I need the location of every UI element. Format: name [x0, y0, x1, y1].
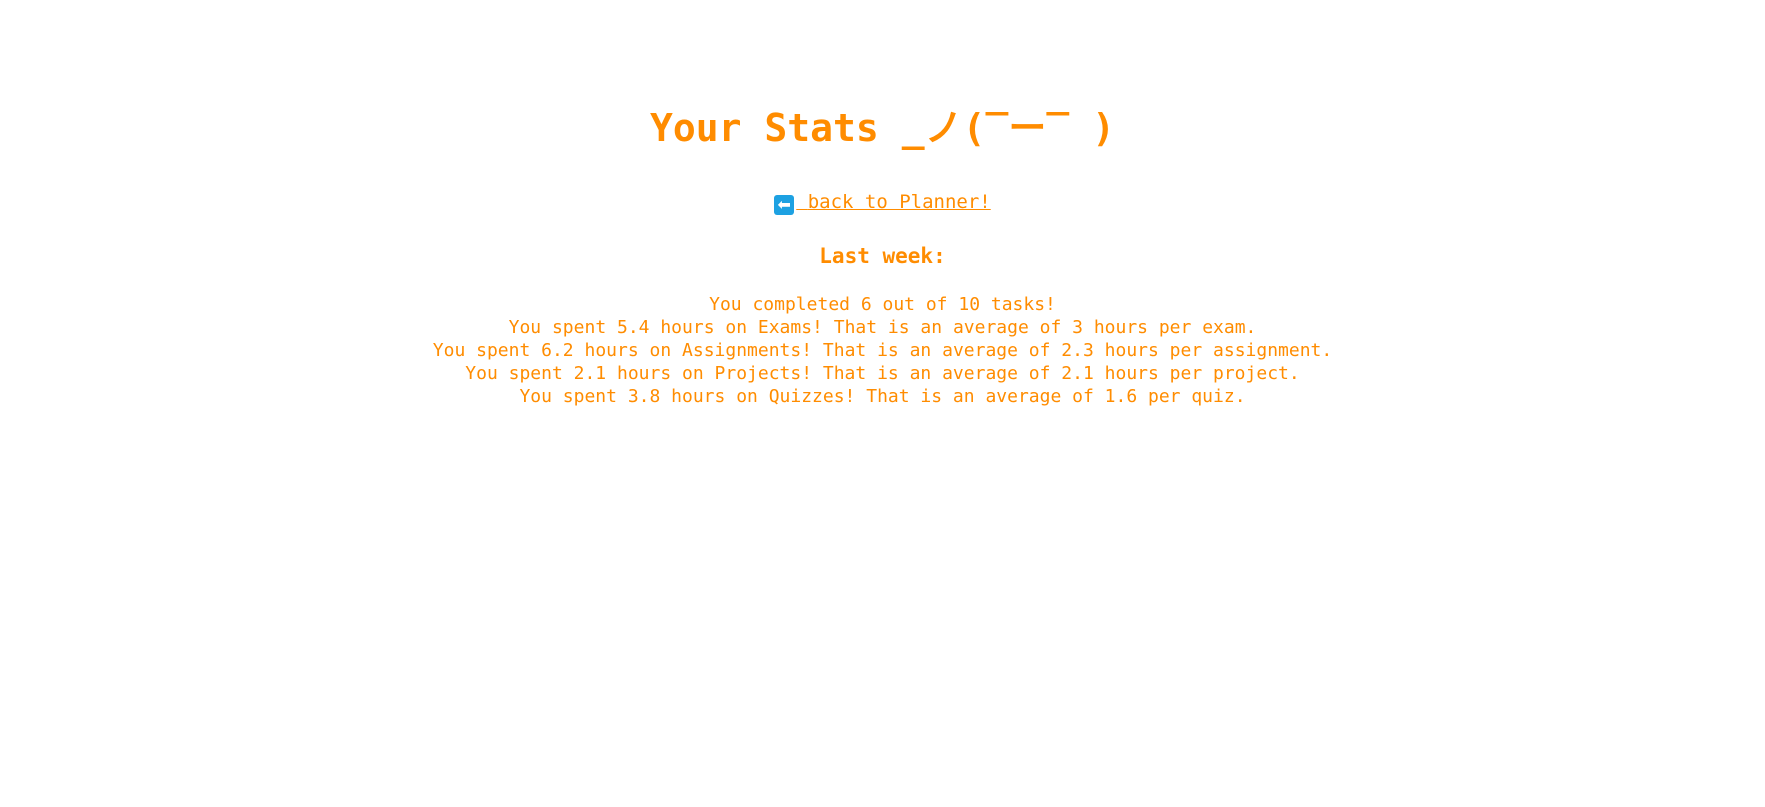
back-link-label: back to Planner! — [807, 191, 991, 213]
back-to-planner-link[interactable]: ⬅ back to Planner! — [774, 191, 991, 215]
stats-page: Your Stats _ノ(‾ー‾ ) ⬅ back to Planner! L… — [0, 0, 1765, 807]
stat-line-quizzes: You spent 3.8 hours on Quizzes! That is … — [519, 386, 1246, 407]
stat-line-projects: You spent 2.1 hours on Projects! That is… — [465, 363, 1300, 384]
stat-line-tasks: You completed 6 out of 10 tasks! — [709, 294, 1056, 315]
stats-list: You completed 6 out of 10 tasks! You spe… — [0, 293, 1765, 408]
left-arrow-icon: ⬅ — [774, 195, 795, 215]
back-link-container: ⬅ back to Planner! — [0, 189, 1765, 215]
section-heading: Last week: — [819, 244, 946, 268]
stat-line-exams: You spent 5.4 hours on Exams! That is an… — [508, 317, 1257, 338]
stat-line-assignments: You spent 6.2 hours on Assignments! That… — [432, 340, 1333, 361]
page-title: Your Stats _ノ(‾ー‾ ) — [650, 106, 1115, 150]
